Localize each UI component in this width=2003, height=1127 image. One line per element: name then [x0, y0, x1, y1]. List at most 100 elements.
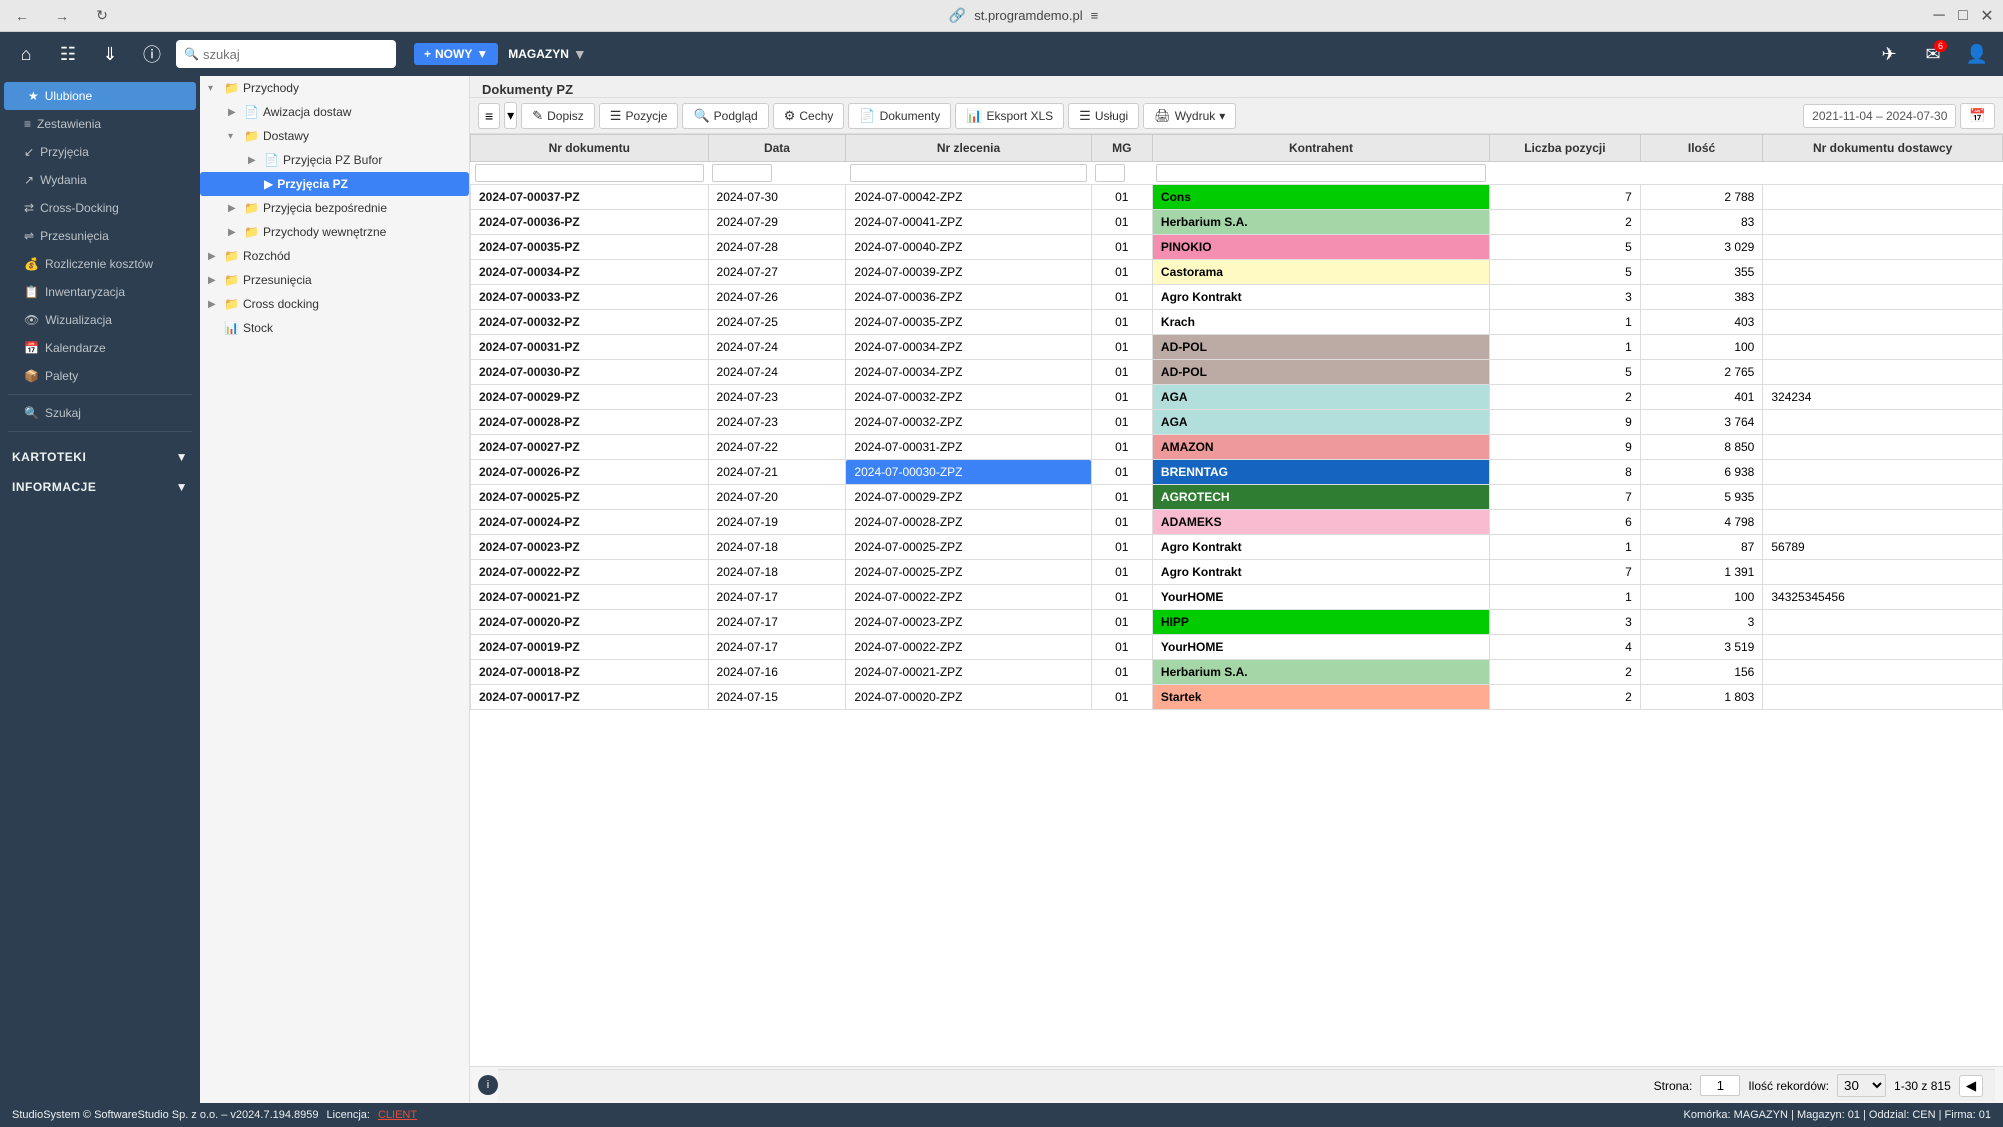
dopisz-button[interactable]: ✎ Dopisz	[521, 103, 595, 129]
table-row[interactable]: 2024-07-00036-PZ2024-07-292024-07-00041-…	[471, 210, 2003, 235]
back-button[interactable]: ←	[8, 4, 36, 28]
nav-cross-docking[interactable]: ▶ 📁 Cross docking	[200, 292, 469, 316]
uslugi-button[interactable]: ☰ Usługi	[1068, 103, 1139, 129]
table-row[interactable]: 2024-07-00028-PZ2024-07-232024-07-00032-…	[471, 410, 2003, 435]
sidebar-item-rozliczenie[interactable]: 💰 Rozliczenie kosztów	[0, 250, 200, 278]
cell-date: 2024-07-18	[708, 560, 846, 585]
uslugi-icon: ☰	[1079, 108, 1091, 124]
refresh-button[interactable]: ↻	[88, 4, 116, 28]
table-row[interactable]: 2024-07-00019-PZ2024-07-172024-07-00022-…	[471, 635, 2003, 660]
eksport-button[interactable]: 📊 Eksport XLS	[955, 103, 1064, 129]
table-row[interactable]: 2024-07-00029-PZ2024-07-232024-07-00032-…	[471, 385, 2003, 410]
table-row[interactable]: 2024-07-00027-PZ2024-07-222024-07-00031-…	[471, 435, 2003, 460]
hamburger-button[interactable]: ≡	[478, 103, 500, 129]
plus-icon: +	[424, 47, 431, 61]
filter-mg[interactable]	[1095, 164, 1125, 182]
cell-doc: 2024-07-00033-PZ	[471, 285, 709, 310]
nav-awizacja[interactable]: ▶ 📄 Awizacja dostaw	[200, 100, 469, 124]
cell-docnum	[1763, 560, 2003, 585]
content-area: Dokumenty PZ ≡ ▾ ✎ Dopisz ☰ Pozycje 🔍 Po…	[470, 76, 2003, 1103]
cell-date: 2024-07-22	[708, 435, 846, 460]
cell-mg: 01	[1091, 635, 1152, 660]
home-button[interactable]: ⌂	[8, 36, 44, 72]
search-input[interactable]	[203, 47, 383, 62]
calendar-button[interactable]: 📅	[1960, 103, 1995, 129]
maximize-button[interactable]: □	[1955, 8, 1971, 24]
table-row[interactable]: 2024-07-00024-PZ2024-07-192024-07-00028-…	[471, 510, 2003, 535]
prev-page-button[interactable]: ◀	[1959, 1075, 1983, 1097]
download-button[interactable]: ⇓	[92, 36, 128, 72]
nav-przychody-wewn[interactable]: ▶ 📁 Przychody wewnętrzne	[200, 220, 469, 244]
minimize-button[interactable]: ─	[1931, 8, 1947, 24]
cell-order: 2024-07-00032-ZPZ	[846, 410, 1091, 435]
sidebar-item-wizualizacja[interactable]: 👁 Wizualizacja	[0, 306, 200, 334]
cell-docnum	[1763, 235, 2003, 260]
close-button[interactable]: ✕	[1979, 8, 1995, 24]
info-button[interactable]: ⓘ	[134, 36, 170, 72]
sidebar-item-wydania[interactable]: ↗ Wydania	[0, 166, 200, 194]
license-link[interactable]: CLIENT	[378, 1109, 417, 1121]
panels-button[interactable]: ☷	[50, 36, 86, 72]
nav-przyjecia-pz[interactable]: ▶ Przyjęcia PZ	[200, 172, 469, 196]
table-row[interactable]: 2024-07-00032-PZ2024-07-252024-07-00035-…	[471, 310, 2003, 335]
nav-rozchod[interactable]: ▶ 📁 Rozchód	[200, 244, 469, 268]
cell-pos: 1	[1490, 585, 1641, 610]
table-row[interactable]: 2024-07-00031-PZ2024-07-242024-07-00034-…	[471, 335, 2003, 360]
table-row[interactable]: 2024-07-00017-PZ2024-07-152024-07-00020-…	[471, 685, 2003, 710]
table-row[interactable]: 2024-07-00021-PZ2024-07-172024-07-00022-…	[471, 585, 2003, 610]
table-row[interactable]: 2024-07-00018-PZ2024-07-162024-07-00021-…	[471, 660, 2003, 685]
cechy-button[interactable]: ⚙ Cechy	[773, 103, 845, 129]
filter-date[interactable]	[712, 164, 772, 182]
sidebar-item-cross-docking[interactable]: ⇄ Cross-Docking	[0, 194, 200, 222]
cross-label: Cross docking	[243, 297, 319, 311]
table-row[interactable]: 2024-07-00026-PZ2024-07-212024-07-00030-…	[471, 460, 2003, 485]
table-row[interactable]: 2024-07-00025-PZ2024-07-202024-07-00029-…	[471, 485, 2003, 510]
nav-dostawy[interactable]: ▾ 📁 Dostawy	[200, 124, 469, 148]
wydruk-button[interactable]: 🖨 Wydruk ▾	[1143, 103, 1236, 129]
cell-date: 2024-07-25	[708, 310, 846, 335]
sidebar-item-kalendarze[interactable]: 📅 Kalendarze	[0, 334, 200, 362]
sidebar-item-przesunecia[interactable]: ⇌ Przesunięcia	[0, 222, 200, 250]
podglad-button[interactable]: 🔍 Podgląd	[682, 103, 768, 129]
cell-mg: 01	[1091, 485, 1152, 510]
table-row[interactable]: 2024-07-00037-PZ2024-07-302024-07-00042-…	[471, 185, 2003, 210]
forward-button[interactable]: →	[48, 4, 76, 28]
filter-order[interactable]	[850, 164, 1087, 182]
sidebar-item-inwentaryzacja[interactable]: 📋 Inwentaryzacja	[0, 278, 200, 306]
table-row[interactable]: 2024-07-00022-PZ2024-07-182024-07-00025-…	[471, 560, 2003, 585]
table-row[interactable]: 2024-07-00034-PZ2024-07-272024-07-00039-…	[471, 260, 2003, 285]
records-select[interactable]: 30 50 100	[1837, 1074, 1886, 1097]
table-row[interactable]: 2024-07-00030-PZ2024-07-242024-07-00034-…	[471, 360, 2003, 385]
nav-przyjecia-bezp[interactable]: ▶ 📁 Przyjęcia bezpośrednie	[200, 196, 469, 220]
table-row[interactable]: 2024-07-00020-PZ2024-07-172024-07-00023-…	[471, 610, 2003, 635]
filter-doc[interactable]	[475, 164, 705, 182]
user-button[interactable]: 👤	[1959, 36, 1995, 72]
cell-order: 2024-07-00035-ZPZ	[846, 310, 1091, 335]
table-row[interactable]: 2024-07-00033-PZ2024-07-262024-07-00036-…	[471, 285, 2003, 310]
sidebar-item-palety[interactable]: 📦 Palety	[0, 362, 200, 390]
sidebar-item-szukaj[interactable]: 🔍 Szukaj	[0, 399, 200, 427]
filter-contractor[interactable]	[1156, 164, 1485, 182]
page-input[interactable]	[1700, 1075, 1740, 1096]
nav-przesunecia-tree[interactable]: ▶ 📁 Przesunięcia	[200, 268, 469, 292]
cell-mg: 01	[1091, 285, 1152, 310]
doc-title: Dokumenty PZ	[482, 82, 573, 97]
sidebar-header-informacje[interactable]: INFORMACJE ▼	[0, 472, 200, 502]
sidebar-header-kartoteki[interactable]: KARTOTEKI ▼	[0, 442, 200, 472]
plane-button[interactable]: ✈	[1871, 36, 1907, 72]
table-row[interactable]: 2024-07-00023-PZ2024-07-182024-07-00025-…	[471, 535, 2003, 560]
sidebar-item-przyjecia[interactable]: ↙ Przyjęcia	[0, 138, 200, 166]
sidebar-item-ulubione[interactable]: ★ Ulubione	[4, 82, 196, 110]
sidebar-item-zestawienia[interactable]: ≡ Zestawienia	[0, 110, 200, 138]
dokumenty-button[interactable]: 📄 Dokumenty	[848, 103, 951, 129]
cell-contractor: HIPP	[1152, 610, 1489, 635]
nav-przychody[interactable]: ▾ 📁 Przychody	[200, 76, 469, 100]
table-row[interactable]: 2024-07-00035-PZ2024-07-282024-07-00040-…	[471, 235, 2003, 260]
pozycje-button[interactable]: ☰ Pozycje	[599, 103, 679, 129]
info-button-circle[interactable]: i	[478, 1075, 498, 1095]
nav-przyjecia-bufor[interactable]: ▶ 📄 Przyjęcia PZ Bufor	[200, 148, 469, 172]
notification-button[interactable]: ✉ 6	[1915, 36, 1951, 72]
nav-stock[interactable]: 📊 Stock	[200, 316, 469, 340]
new-button[interactable]: + NOWY ▼	[414, 43, 498, 65]
hamburger-dropdown-button[interactable]: ▾	[504, 102, 517, 129]
